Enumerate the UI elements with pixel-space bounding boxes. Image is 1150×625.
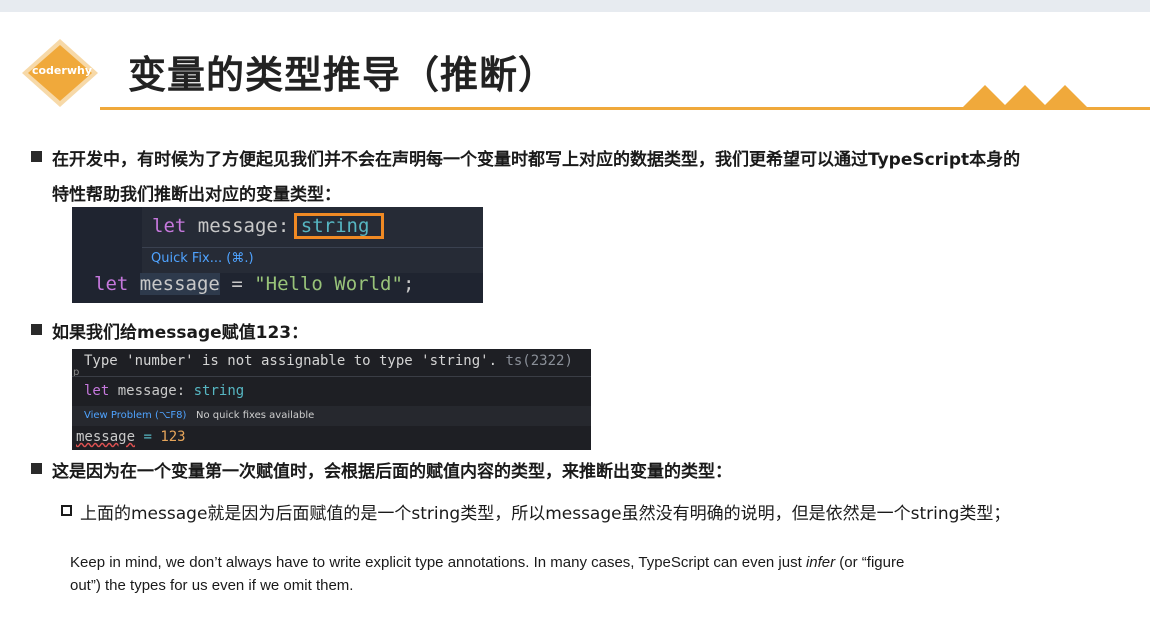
bullet-square bbox=[31, 463, 42, 474]
type-highlight-box bbox=[294, 213, 384, 239]
note-line-1: Keep in mind, we don’t always have to wr… bbox=[70, 554, 905, 571]
bullet-1-line-2: 特性帮助我们推断出对应的变量类型： bbox=[52, 185, 341, 205]
code-snippet-type-error: p Type 'number' is not assignable to typ… bbox=[72, 349, 591, 450]
error-message: Type 'number' is not assignable to type … bbox=[84, 353, 573, 369]
bullet-1-line-1: 在开发中，有时候为了方便起见我们并不会在声明每一个变量时都写上对应的数据类型，我… bbox=[52, 150, 1021, 170]
bullet-square bbox=[31, 151, 42, 162]
bullet-3: 这是因为在一个变量第一次赋值时，会根据后面的赋值内容的类型，来推断出变量的类型： bbox=[52, 462, 732, 482]
bullet-square bbox=[31, 324, 42, 335]
hover-signature: let message: string bbox=[84, 383, 245, 399]
no-fixes-label: No quick fixes available bbox=[196, 410, 315, 421]
logo-text: coderwhy bbox=[31, 64, 92, 77]
note-line-2: out”) the types for us even if we omit t… bbox=[70, 577, 354, 594]
code-snippet-hover-string: let message: string Quick Fix... (⌘.) le… bbox=[72, 207, 483, 303]
title-underline bbox=[100, 107, 1150, 110]
bullet-2: 如果我们给message赋值123： bbox=[52, 323, 309, 343]
view-problem-link[interactable]: View Problem (⌥F8) bbox=[84, 410, 186, 421]
decorative-peaks-icon bbox=[960, 85, 1090, 110]
sub-bullet-1: 上面的message就是因为后面赋值的是一个string类型，所以message… bbox=[80, 504, 1011, 524]
code-line: message = 123 bbox=[76, 429, 186, 445]
quick-fix-link[interactable]: Quick Fix... (⌘.) bbox=[151, 251, 254, 266]
code-line: let message = "Hello World"; bbox=[94, 273, 415, 295]
hover-separator bbox=[142, 247, 483, 248]
top-bar bbox=[0, 0, 1150, 12]
sub-bullet-square bbox=[61, 505, 72, 516]
page-title: 变量的类型推导（推断） bbox=[128, 53, 558, 97]
hover-separator bbox=[72, 376, 591, 377]
